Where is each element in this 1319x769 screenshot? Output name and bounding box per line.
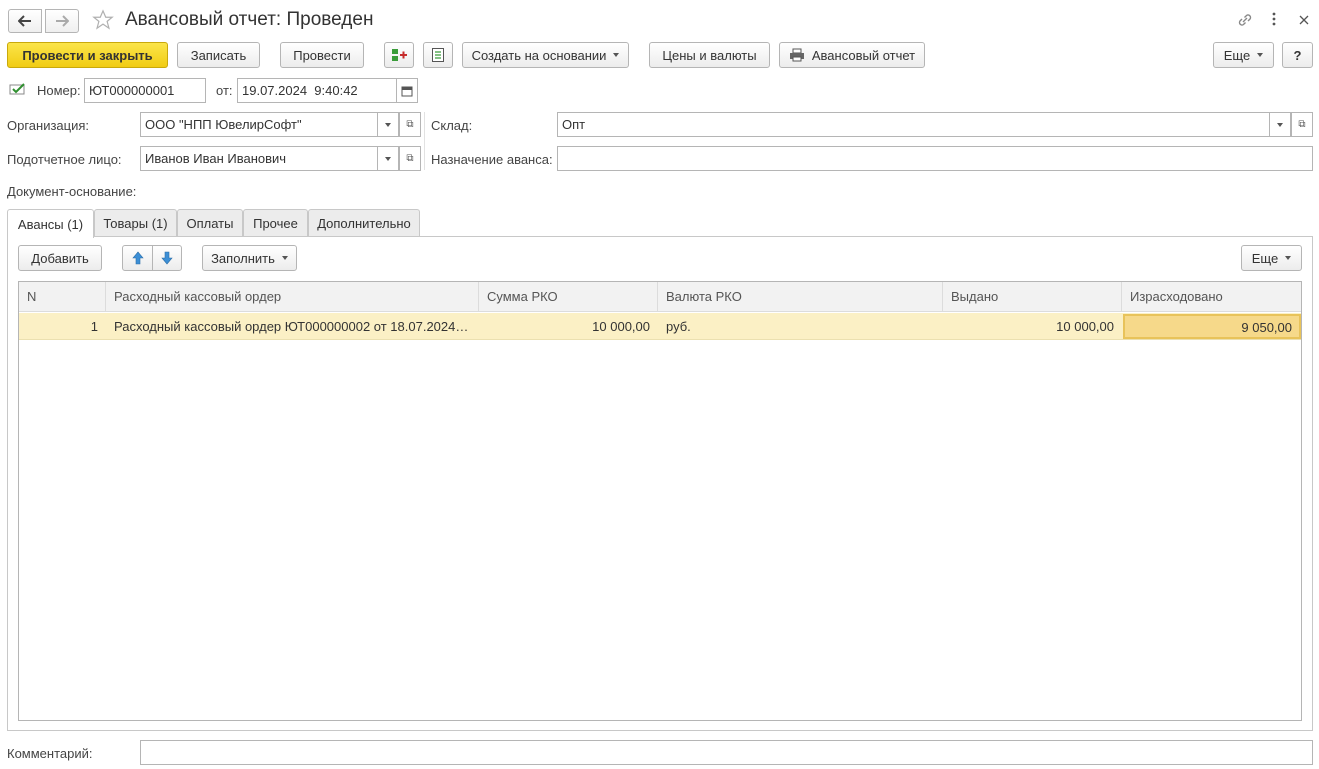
cell-issued[interactable]: 10 000,00: [943, 313, 1122, 340]
warehouse-open-button[interactable]: ⧉: [1291, 112, 1313, 137]
fill-button[interactable]: Заполнить: [202, 245, 297, 271]
chevron-down-icon: [385, 156, 391, 161]
move-up-button[interactable]: [122, 245, 153, 271]
back-button[interactable]: [8, 9, 42, 33]
tab-other[interactable]: Прочее: [243, 209, 308, 237]
arrow-left-icon: [18, 15, 31, 27]
advance-purpose-label: Назначение аванса:: [431, 152, 553, 167]
open-icon: ⧉: [1298, 119, 1306, 130]
more-menu-button[interactable]: [1267, 11, 1281, 30]
cell-spent[interactable]: 9 050,00: [1123, 314, 1301, 339]
favorite-button[interactable]: [92, 9, 114, 34]
link-button[interactable]: [1236, 11, 1254, 32]
tab-goods[interactable]: Товары (1): [94, 209, 177, 237]
post-and-close-button[interactable]: Провести и закрыть: [7, 42, 168, 68]
cell-currency[interactable]: руб.: [658, 313, 943, 340]
organization-field[interactable]: ООО "НПП ЮвелирСофт": [140, 112, 378, 137]
arrow-up-icon: [131, 251, 144, 265]
advance-purpose-field[interactable]: [557, 146, 1313, 171]
table-more-label: Еще: [1251, 250, 1279, 266]
page-title: Авансовый отчет: Проведен: [125, 9, 374, 30]
close-button[interactable]: [1297, 11, 1311, 30]
calendar-icon: [401, 86, 413, 96]
star-icon: [92, 9, 114, 30]
group-divider: [424, 112, 425, 170]
number-field[interactable]: ЮТ000000001: [84, 78, 206, 103]
chevron-down-icon: [1277, 122, 1283, 127]
print-advance-report-button[interactable]: Авансовый отчет: [779, 42, 925, 68]
column-header-n[interactable]: N: [19, 282, 106, 312]
warehouse-field[interactable]: Опт: [557, 112, 1270, 137]
close-icon: [1299, 15, 1309, 25]
arrow-down-icon: [161, 251, 173, 265]
more-vertical-icon: [1272, 12, 1276, 26]
organization-dropdown-button[interactable]: [377, 112, 399, 137]
warehouse-dropdown-button[interactable]: [1269, 112, 1291, 137]
create-based-on-label: Создать на основании: [471, 47, 607, 63]
open-icon: ⧉: [406, 119, 414, 130]
open-icon: ⧉: [406, 153, 414, 164]
more-actions-button[interactable]: Еще: [1213, 42, 1274, 68]
prices-currencies-button[interactable]: Цены и валюты: [649, 42, 770, 68]
printer-icon: [789, 48, 804, 62]
date-label: от:: [216, 83, 233, 98]
comment-label: Комментарий:: [7, 746, 93, 761]
date-field[interactable]: 19.07.2024 9:40:42: [237, 78, 397, 103]
journal-button[interactable]: [423, 42, 453, 68]
posted-status-icon: [9, 82, 27, 99]
move-down-button[interactable]: [152, 245, 182, 271]
cell-order[interactable]: Расходный кассовый ордер ЮТ000000002 от …: [106, 313, 479, 340]
create-based-on-button[interactable]: Создать на основании: [462, 42, 629, 68]
arrow-right-icon: [56, 15, 69, 27]
movements-icon: [392, 49, 407, 61]
number-label: Номер:: [37, 83, 81, 98]
accountable-person-open-button[interactable]: ⧉: [399, 146, 421, 171]
cell-amount[interactable]: 10 000,00: [479, 313, 658, 340]
column-header-amount[interactable]: Сумма РКО: [479, 282, 658, 312]
column-header-order[interactable]: Расходный кассовый ордер: [106, 282, 479, 312]
cell-n[interactable]: 1: [19, 313, 106, 340]
help-button[interactable]: ?: [1282, 42, 1313, 68]
more-actions-label: Еще: [1223, 47, 1251, 63]
movements-button[interactable]: [384, 42, 414, 68]
table-more-button[interactable]: Еще: [1241, 245, 1302, 271]
dropdown-arrow-icon: [1285, 256, 1292, 260]
dropdown-arrow-icon: [281, 256, 288, 260]
print-advance-report-label: Авансовый отчет: [811, 47, 916, 63]
warehouse-label: Склад:: [431, 118, 473, 133]
organization-label: Организация:: [7, 118, 90, 133]
forward-button[interactable]: [45, 9, 79, 33]
dropdown-arrow-icon: [613, 53, 620, 57]
tab-advances[interactable]: Авансы (1): [7, 209, 94, 238]
document-list-icon: [432, 48, 444, 62]
dropdown-arrow-icon: [1257, 53, 1264, 57]
basis-document-label: Документ-основание:: [7, 184, 137, 199]
write-button[interactable]: Записать: [177, 42, 260, 68]
tab-additional[interactable]: Дополнительно: [308, 209, 420, 237]
add-row-button[interactable]: Добавить: [18, 245, 102, 271]
advances-table[interactable]: [18, 281, 1302, 721]
comment-field[interactable]: [140, 740, 1313, 765]
post-button[interactable]: Провести: [280, 42, 364, 68]
organization-open-button[interactable]: ⧉: [399, 112, 421, 137]
chevron-down-icon: [385, 122, 391, 127]
accountable-person-field[interactable]: Иванов Иван Иванович: [140, 146, 378, 171]
accountable-person-label: Подотчетное лицо:: [7, 152, 122, 167]
link-icon: [1238, 14, 1252, 26]
column-header-spent[interactable]: Израсходовано: [1122, 282, 1301, 312]
tab-payments[interactable]: Оплаты: [177, 209, 243, 237]
column-header-currency[interactable]: Валюта РКО: [658, 282, 943, 312]
fill-label: Заполнить: [211, 250, 275, 266]
column-header-issued[interactable]: Выдано: [943, 282, 1122, 312]
calendar-button[interactable]: [396, 78, 418, 103]
accountable-person-dropdown-button[interactable]: [377, 146, 399, 171]
